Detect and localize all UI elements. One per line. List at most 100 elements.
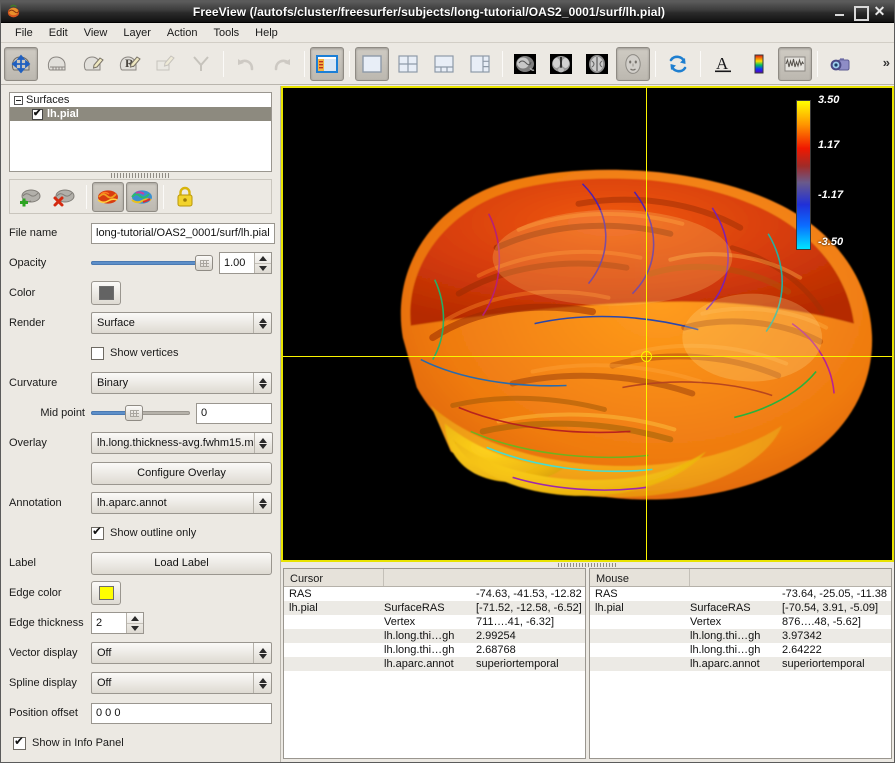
table-row[interactable]: lh.long.thi…gh 2.68768 (284, 643, 585, 657)
show-outline-only-checkbox-wrap[interactable]: Show outline only (91, 527, 272, 540)
navigate-tool-button[interactable] (4, 47, 38, 81)
table-row[interactable]: lh.pial SurfaceRAS [-71.52, -12.58, -6.5… (284, 601, 585, 615)
curvature-combobox[interactable]: Binary (91, 372, 272, 394)
show-timecourse-button[interactable] (778, 47, 812, 81)
menu-edit[interactable]: Edit (41, 25, 76, 41)
vector-display-combobox[interactable]: Off (91, 642, 272, 664)
undo-button[interactable] (229, 47, 263, 81)
mid-point-input[interactable]: 0 (196, 403, 272, 424)
load-label-button[interactable]: Load Label (91, 552, 272, 575)
menu-action[interactable]: Action (159, 25, 206, 41)
vector-display-spin-arrows-icon[interactable] (253, 643, 271, 663)
measure-tool-button[interactable] (40, 47, 74, 81)
annotation-combobox[interactable]: lh.aparc.annot (91, 492, 272, 514)
unload-surface-button[interactable] (49, 182, 81, 212)
panel-resize-grip[interactable] (1, 172, 280, 179)
menu-layer[interactable]: Layer (115, 25, 159, 41)
table-row[interactable]: lh.long.thi…gh 2.64222 (590, 643, 891, 657)
show-vertices-checkbox-wrap[interactable]: Show vertices (91, 347, 272, 360)
table-row[interactable]: RAS -74.63, -41.53, -12.82 (284, 587, 585, 601)
menu-help[interactable]: Help (247, 25, 286, 41)
opacity-increment-button[interactable] (255, 253, 271, 263)
recon-edit-tool-button[interactable]: R (112, 47, 146, 81)
roi-edit-tool-button[interactable] (148, 47, 182, 81)
show-colorscale-button[interactable] (742, 47, 776, 81)
position-offset-input[interactable]: 0 0 0 (91, 703, 272, 724)
opacity-value[interactable]: 1.00 (220, 253, 254, 273)
minimize-button[interactable] (833, 5, 846, 18)
maximize-button[interactable] (853, 5, 866, 18)
mid-point-slider-handle[interactable] (125, 405, 143, 421)
show-vertices-checkbox[interactable] (91, 347, 104, 360)
table-row[interactable]: lh.long.thi…gh 2.99254 (284, 629, 585, 643)
cursor-info-pane[interactable]: Cursor RAS -74.63, -41.53, -12.82 lh.pia… (283, 568, 586, 759)
show-labels-button[interactable]: A (706, 47, 740, 81)
view-sagittal-button[interactable] (508, 47, 542, 81)
view-axial-button[interactable] (580, 47, 614, 81)
view-coronal-button[interactable] (544, 47, 578, 81)
surface-color-button[interactable] (91, 281, 121, 305)
edge-thickness-decrement-button[interactable] (127, 623, 143, 633)
voxel-edit-tool-button[interactable] (76, 47, 110, 81)
opacity-spinbox[interactable]: 1.00 (219, 252, 272, 274)
mid-point-slider[interactable] (91, 404, 190, 422)
curvature-label: Curvature (9, 377, 91, 389)
opacity-decrement-button[interactable] (255, 263, 271, 273)
table-row[interactable]: lh.long.thi…gh 3.97342 (590, 629, 891, 643)
edge-thickness-increment-button[interactable] (127, 613, 143, 623)
edge-color-button[interactable] (91, 581, 121, 605)
spline-display-spin-arrows-icon[interactable] (253, 673, 271, 693)
table-row[interactable]: Vertex 876….48, -5.62] (590, 615, 891, 629)
opacity-slider[interactable] (91, 254, 213, 272)
layout-1x1-button[interactable] (355, 47, 389, 81)
load-surface-button[interactable] (15, 182, 47, 212)
overlay-combobox[interactable]: lh.long.thickness-avg.fwhm15.m (91, 432, 273, 454)
render-combobox[interactable]: Surface (91, 312, 272, 334)
toggle-control-panel-button[interactable] (310, 47, 344, 81)
lock-layer-button[interactable] (169, 182, 201, 212)
edge-thickness-spinbox[interactable]: 2 (91, 612, 144, 634)
configure-overlay-button[interactable]: Configure Overlay (91, 462, 272, 485)
table-row[interactable]: lh.aparc.annot superiortemporal (590, 657, 891, 671)
annotation-spin-arrows-icon[interactable] (253, 493, 271, 513)
tree-group-surfaces[interactable]: Surfaces (10, 93, 271, 107)
table-row[interactable]: lh.aparc.annot superiortemporal (284, 657, 585, 671)
show-annotation-button[interactable] (126, 182, 158, 212)
curvature-spin-arrows-icon[interactable] (253, 373, 271, 393)
point-set-edit-tool-button[interactable] (184, 47, 218, 81)
configure-overlay-row: Configure Overlay (9, 460, 272, 486)
layout-1-and-3-right-button[interactable] (463, 47, 497, 81)
show-overlay-button[interactable] (92, 182, 124, 212)
grip-dots-icon (111, 173, 171, 178)
mouse-info-pane[interactable]: Mouse RAS -73.64, -25.05, -11.38 lh.pial (589, 568, 892, 759)
toolbar-overflow-button[interactable]: » (883, 55, 890, 70)
edge-thickness-value[interactable]: 2 (92, 613, 126, 633)
show-in-info-panel-checkbox[interactable] (13, 737, 26, 750)
reset-view-button[interactable] (661, 47, 695, 81)
spline-display-combobox[interactable]: Off (91, 672, 272, 694)
tree-expander-icon[interactable] (14, 96, 23, 105)
tree-item-lh-pial[interactable]: lh.pial (10, 107, 271, 121)
menu-tools[interactable]: Tools (205, 25, 247, 41)
table-row[interactable]: lh.pial SurfaceRAS [-70.54, 3.91, -5.09] (590, 601, 891, 615)
layer-tree[interactable]: Surfaces lh.pial (9, 92, 272, 172)
close-button[interactable]: ✕ (873, 5, 886, 18)
show-in-info-panel-checkbox-wrap[interactable]: Show in Info Panel (9, 737, 272, 750)
render-view-3d[interactable]: 3.50 1.17 -1.17 -3.50 (281, 86, 894, 562)
screenshot-button[interactable] (823, 47, 857, 81)
layout-2x2-button[interactable] (391, 47, 425, 81)
layout-1-and-3-button[interactable] (427, 47, 461, 81)
render-spin-arrows-icon[interactable] (253, 313, 271, 333)
table-row[interactable]: Vertex 711….41, -6.32] (284, 615, 585, 629)
menu-view[interactable]: View (76, 25, 116, 41)
table-row[interactable]: RAS -73.64, -25.05, -11.38 (590, 587, 891, 601)
render-row: Render Surface (9, 310, 272, 336)
redo-button[interactable] (265, 47, 299, 81)
menu-file[interactable]: File (7, 25, 41, 41)
show-outline-only-checkbox[interactable] (91, 527, 104, 540)
view-3d-button[interactable] (616, 47, 650, 81)
layer-visibility-checkbox[interactable] (32, 109, 43, 120)
file-name-input[interactable]: long-tutorial/OAS2_0001/surf/lh.pial (91, 223, 275, 244)
opacity-slider-handle[interactable] (195, 255, 213, 271)
overlay-spin-arrows-icon[interactable] (254, 433, 272, 453)
